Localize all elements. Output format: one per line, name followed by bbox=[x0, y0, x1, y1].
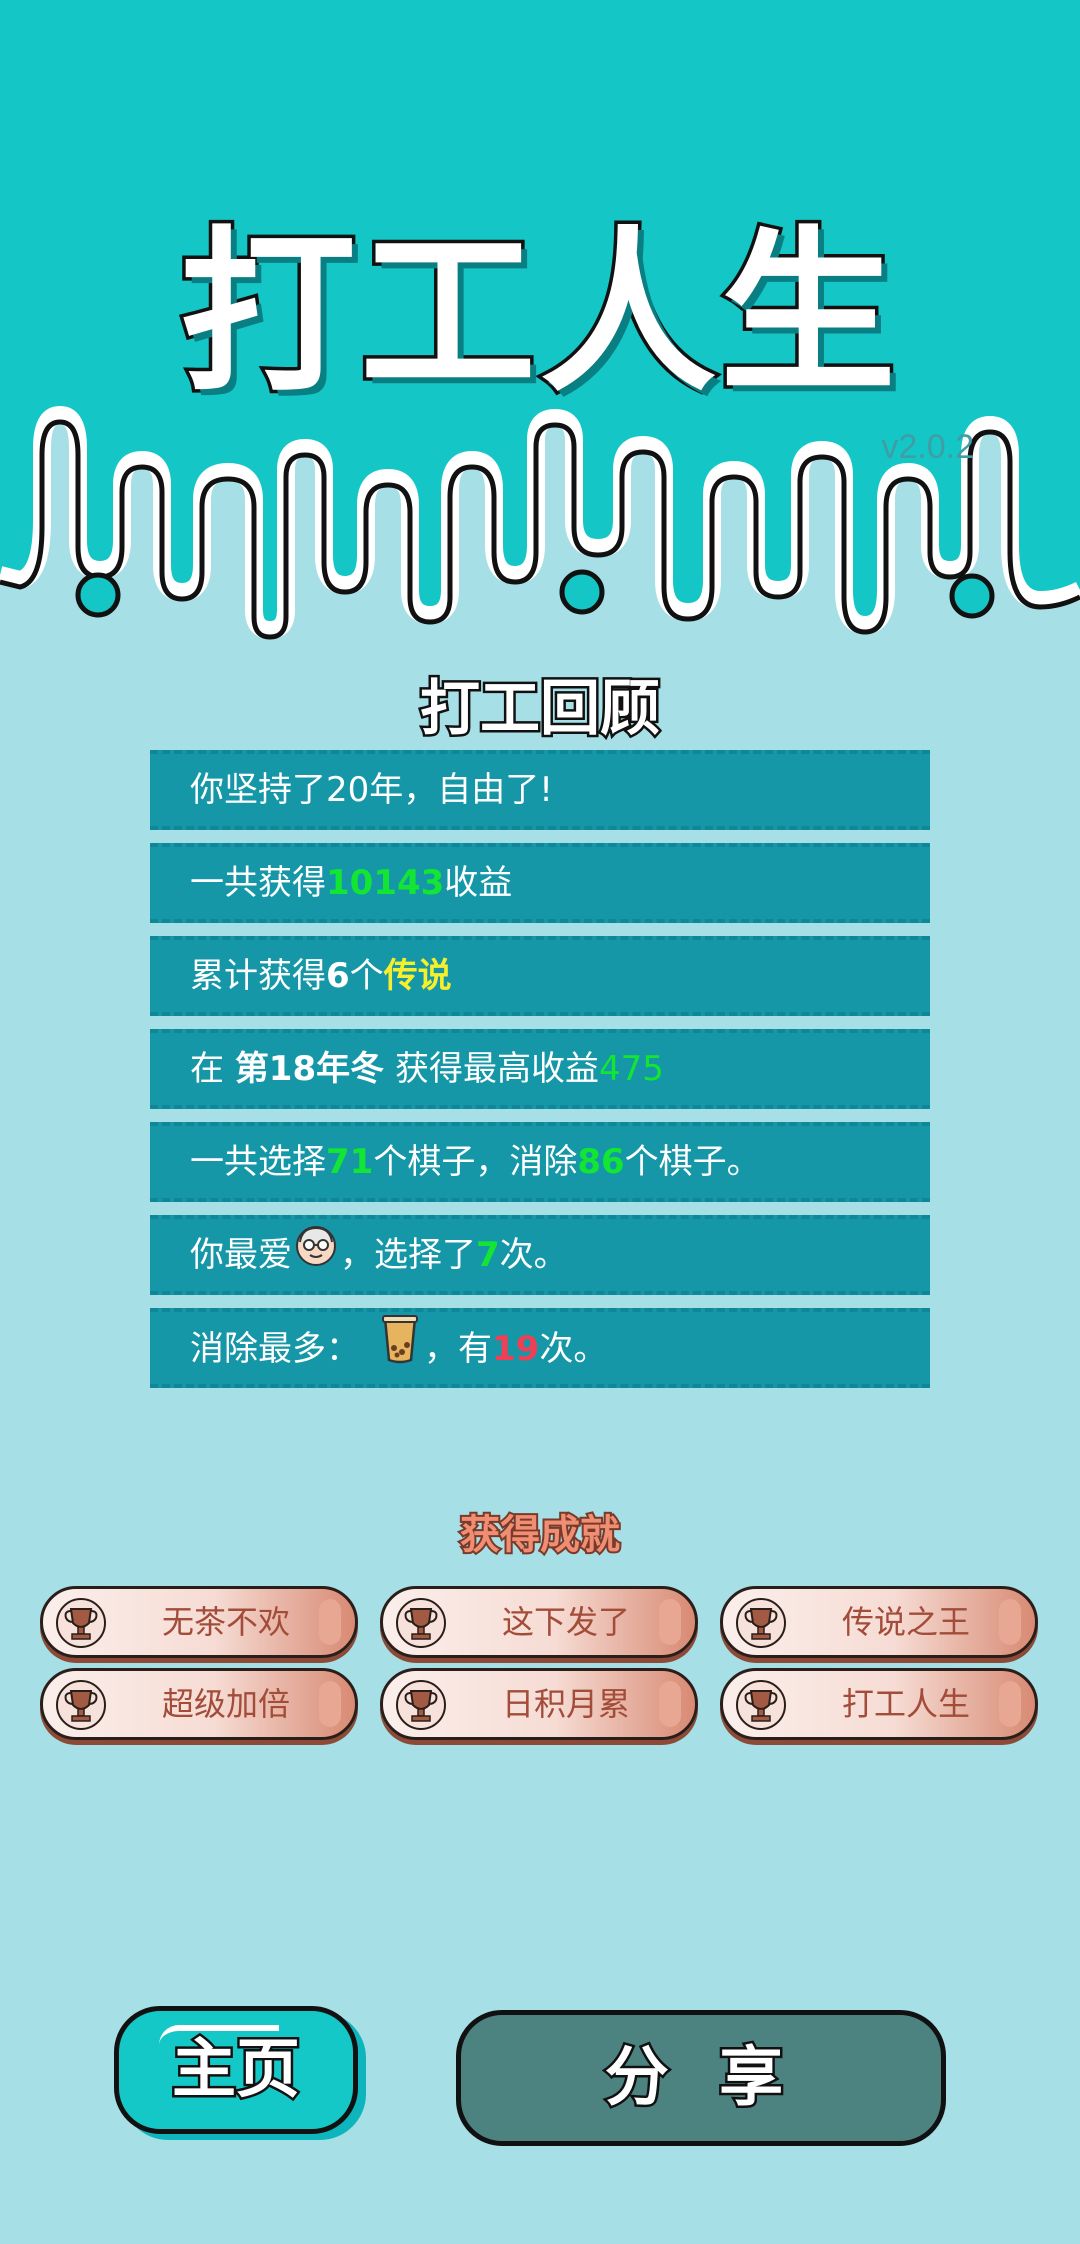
share-button-label: 分 享 bbox=[602, 2039, 798, 2118]
trophy-icon bbox=[55, 1597, 107, 1653]
trophy-icon bbox=[395, 1597, 447, 1653]
achievement-label: 超级加倍 bbox=[161, 1685, 290, 1723]
achievement-label: 无茶不欢 bbox=[161, 1603, 290, 1641]
most-removed-times: 19 bbox=[492, 1329, 540, 1369]
total-income-value: 10143 bbox=[326, 863, 445, 903]
badge-shine bbox=[319, 1599, 341, 1645]
old-man-face-icon bbox=[292, 1220, 340, 1293]
stat-text: ，有 bbox=[424, 1329, 492, 1369]
stat-text: ，选择了 bbox=[340, 1235, 476, 1275]
badge-shine bbox=[659, 1681, 681, 1727]
share-button[interactable]: 分 享 bbox=[456, 2010, 946, 2146]
stat-row-pieces: 一共选择71个棋子，消除86个棋子。 bbox=[150, 1122, 930, 1202]
badge-shine bbox=[319, 1681, 341, 1727]
stat-text: 个棋子。 bbox=[624, 1142, 761, 1182]
trophy-icon bbox=[395, 1679, 447, 1735]
stat-text: 消除最多： bbox=[190, 1329, 360, 1369]
stat-row-total-income: 一共获得10143收益 bbox=[150, 843, 930, 923]
stat-text: 你坚持了20年，自由了! bbox=[190, 770, 553, 810]
chosen-count: 71 bbox=[326, 1142, 374, 1182]
achievement-badge: 超级加倍 bbox=[40, 1668, 358, 1740]
stat-row-best-income: 在 第18年冬 获得最高收益475 bbox=[150, 1029, 930, 1109]
legend-count: 6 bbox=[326, 956, 350, 996]
review-heading: 打工回顾 bbox=[418, 672, 663, 747]
stat-text: 次。 bbox=[499, 1235, 568, 1275]
stat-text: 在 bbox=[190, 1049, 235, 1089]
trophy-icon bbox=[735, 1679, 787, 1735]
stat-text: 获得最高收益 bbox=[384, 1049, 599, 1089]
game-title: 打工人生 bbox=[176, 208, 900, 420]
stat-row-years: 你坚持了20年，自由了! bbox=[150, 750, 930, 830]
stat-text: 一共选择 bbox=[190, 1142, 326, 1182]
favorite-times: 7 bbox=[476, 1235, 500, 1275]
stat-row-favorite: 你最爱 ，选择了7次。 bbox=[150, 1215, 930, 1295]
stat-text: 次。 bbox=[539, 1329, 608, 1369]
trophy-icon bbox=[55, 1679, 107, 1735]
badge-shine bbox=[659, 1599, 681, 1645]
achievement-badge: 这下发了 bbox=[380, 1586, 698, 1658]
achievement-badge: 传说之王 bbox=[720, 1586, 1038, 1658]
achievement-badge: 无茶不欢 bbox=[40, 1586, 358, 1658]
removed-count: 86 bbox=[577, 1142, 625, 1182]
version-label: v2.0.2 bbox=[881, 428, 974, 466]
stat-text: 累计获得 bbox=[190, 956, 326, 996]
stat-text: 个 bbox=[349, 956, 384, 996]
stat-text: 个棋子，消除 bbox=[373, 1142, 578, 1182]
achievements-heading: 获得成就 bbox=[458, 1510, 622, 1560]
achievement-label: 打工人生 bbox=[841, 1685, 970, 1723]
achievement-label: 这下发了 bbox=[501, 1603, 630, 1641]
stat-text: 你最爱 bbox=[190, 1235, 292, 1275]
achievement-badge: 打工人生 bbox=[720, 1668, 1038, 1740]
best-income-value: 475 bbox=[598, 1049, 664, 1089]
badge-shine bbox=[999, 1681, 1021, 1727]
stat-row-legends: 累计获得6个传说 bbox=[150, 936, 930, 1016]
home-button[interactable]: 主页 bbox=[114, 2006, 358, 2134]
achievement-badge: 日积月累 bbox=[380, 1668, 698, 1740]
achievement-label: 传说之王 bbox=[841, 1603, 970, 1641]
legend-tag: 传说 bbox=[383, 956, 452, 996]
best-period: 第18年冬 bbox=[234, 1049, 385, 1089]
badge-shine bbox=[999, 1599, 1021, 1645]
trophy-icon bbox=[735, 1597, 787, 1653]
stat-row-most-removed: 消除最多： ，有19次。 bbox=[150, 1308, 930, 1388]
header-band: 打工人生 v2.0.2 bbox=[0, 0, 1080, 660]
bubble-tea-icon bbox=[380, 1312, 420, 1389]
achievement-label: 日积月累 bbox=[501, 1685, 630, 1723]
button-gloss bbox=[159, 2025, 279, 2051]
stat-text: 一共获得 bbox=[190, 863, 326, 903]
stat-text: 收益 bbox=[444, 863, 513, 903]
